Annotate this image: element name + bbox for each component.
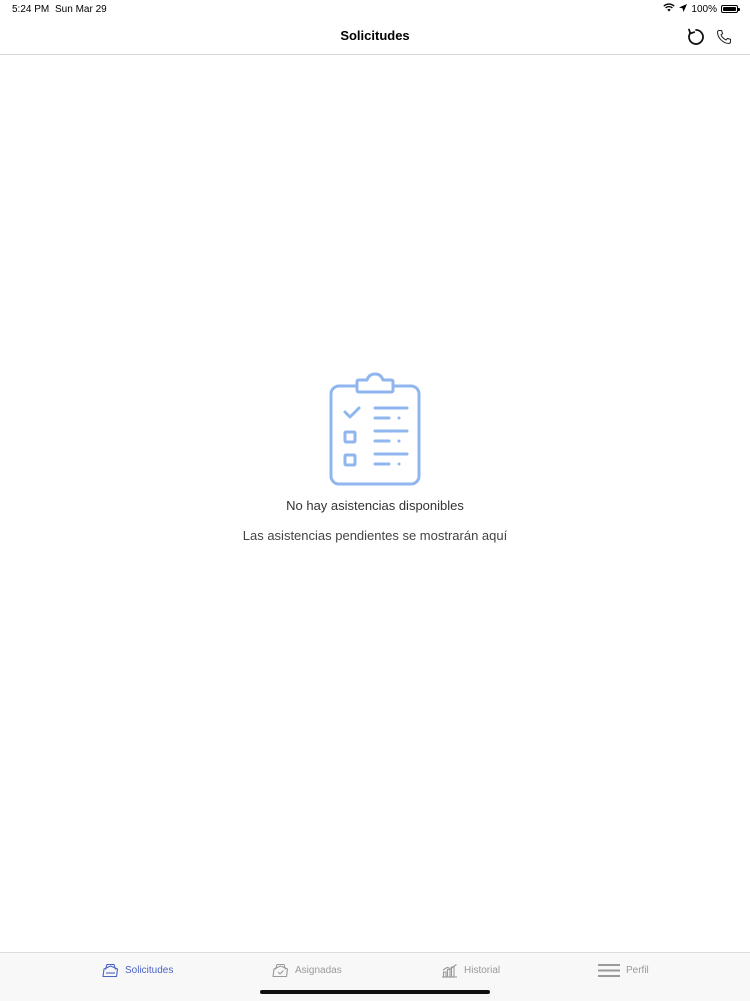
empty-state: No hay asistencias disponibles Las asist… bbox=[0, 372, 750, 543]
refresh-button[interactable] bbox=[685, 26, 707, 48]
status-bar: 5:24 PM Sun Mar 29 100% bbox=[0, 0, 750, 18]
tab-perfil[interactable]: Perfil bbox=[598, 963, 649, 978]
tab-solicitudes-label: Solicitudes bbox=[125, 965, 174, 976]
clipboard-checklist-icon bbox=[329, 372, 421, 486]
status-date: Sun Mar 29 bbox=[55, 4, 107, 15]
nav-bar: Solicitudes bbox=[0, 18, 750, 55]
page-title: Solicitudes bbox=[340, 28, 410, 43]
tab-asignadas-label: Asignadas bbox=[295, 965, 342, 976]
home-indicator[interactable] bbox=[260, 990, 490, 994]
battery-percent: 100% bbox=[691, 3, 717, 15]
status-time: 5:24 PM bbox=[12, 4, 50, 15]
status-indicators: 100% bbox=[663, 3, 740, 15]
tab-asignadas[interactable]: Asignadas bbox=[272, 963, 342, 978]
menu-lines-icon bbox=[598, 964, 620, 977]
chart-icon bbox=[442, 964, 457, 978]
asignadas-tab-icon bbox=[272, 963, 289, 978]
tab-perfil-label: Perfil bbox=[626, 965, 649, 976]
tab-historial-label: Historial bbox=[464, 965, 501, 976]
location-arrow-icon bbox=[679, 3, 688, 15]
empty-state-title: No hay asistencias disponibles bbox=[286, 498, 464, 513]
wifi-icon bbox=[663, 3, 676, 15]
phone-icon bbox=[717, 30, 731, 44]
tab-solicitudes[interactable]: Solicitudes bbox=[102, 963, 173, 978]
tab-historial[interactable]: Historial bbox=[441, 963, 500, 978]
battery-icon bbox=[721, 5, 740, 13]
call-button[interactable] bbox=[713, 26, 735, 48]
refresh-icon bbox=[688, 28, 704, 45]
empty-state-subtitle: Las asistencias pendientes se mostrarán … bbox=[242, 528, 508, 543]
solicitudes-tab-icon bbox=[102, 963, 119, 978]
